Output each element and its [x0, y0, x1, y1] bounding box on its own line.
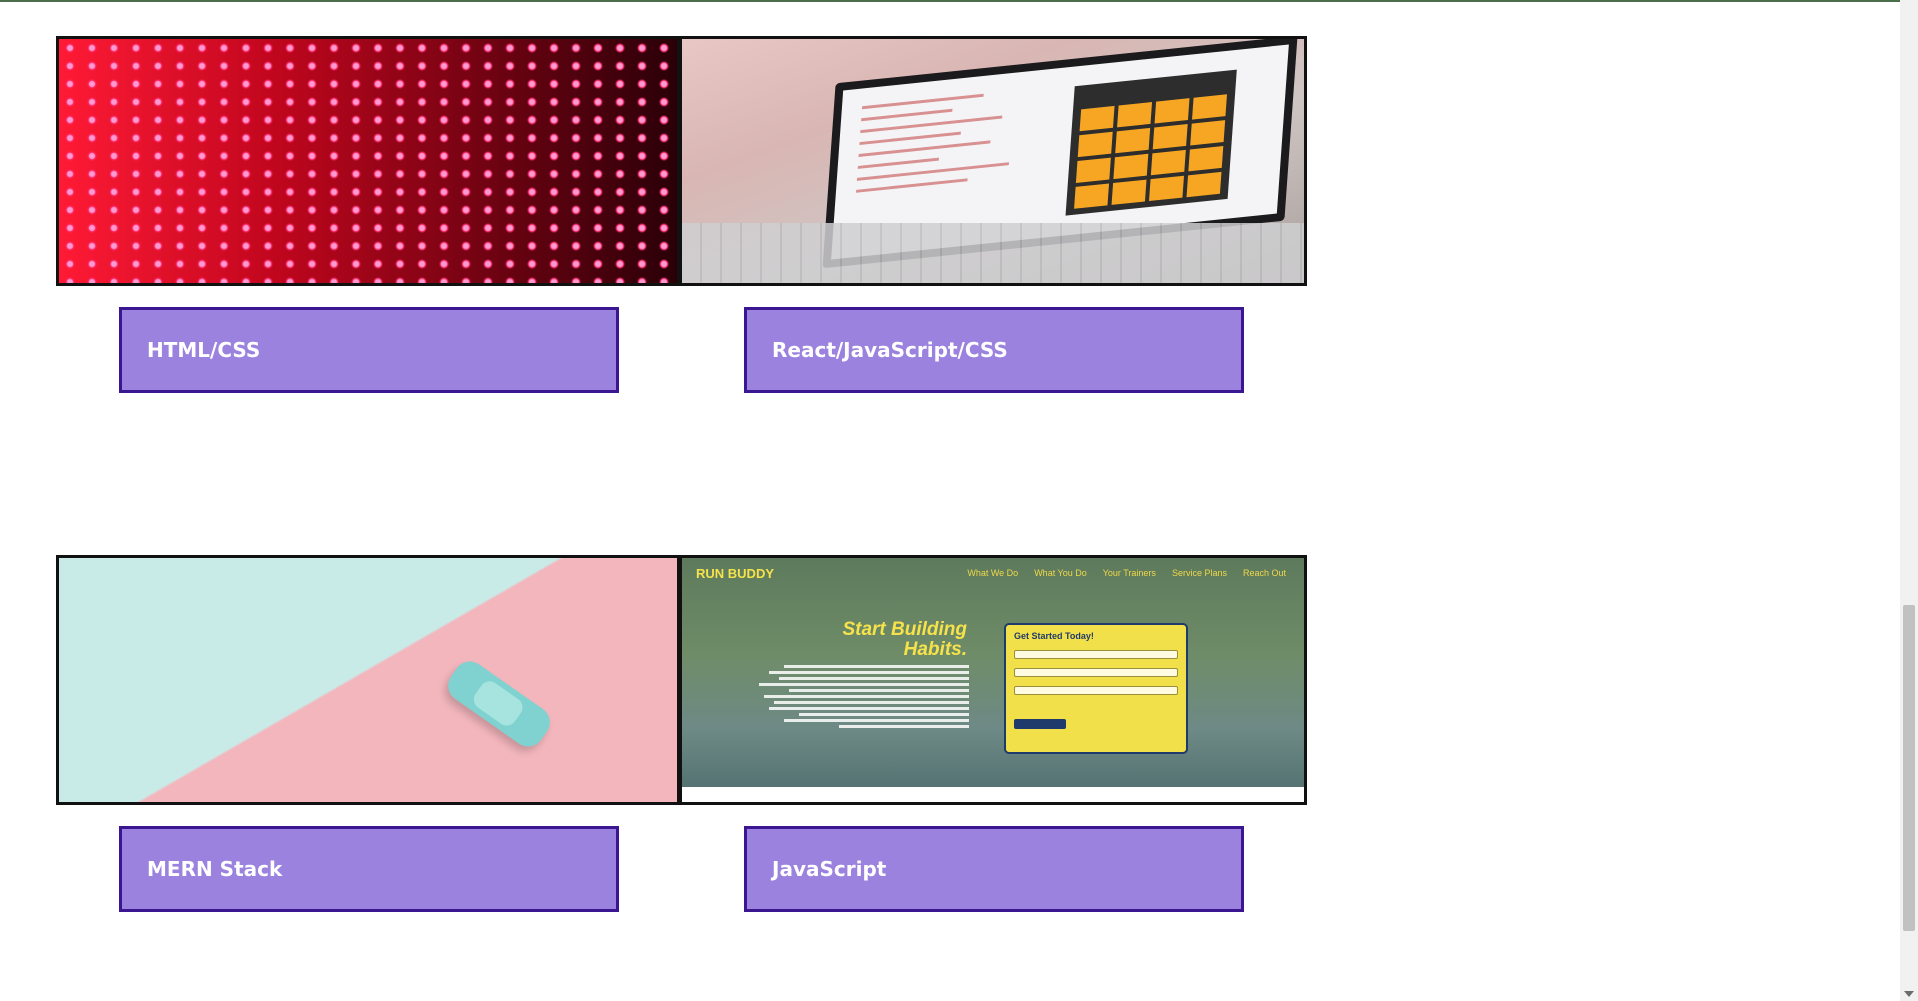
vertical-scrollbar[interactable] — [1900, 0, 1918, 1001]
image-divider — [677, 555, 682, 805]
code-line — [861, 93, 984, 110]
scrollbar-thumb[interactable] — [1903, 605, 1915, 931]
project-image-html-css[interactable] — [56, 36, 680, 286]
code-line — [857, 157, 939, 169]
run-buddy-body-copy — [744, 665, 969, 728]
project-image-react-javascript-css[interactable] — [679, 36, 1307, 286]
run-buddy-nav-item: Service Plans — [1171, 568, 1227, 578]
scroll-down-arrow-icon[interactable] — [1904, 991, 1914, 997]
run-buddy-nav-item: Reach Out — [1242, 568, 1286, 578]
run-buddy-signup-form: Get Started Today! — [1004, 623, 1188, 754]
run-buddy-field — [1014, 650, 1178, 659]
run-buddy-nav: What We Do What You Do Your Trainers Ser… — [967, 568, 1286, 578]
code-line — [859, 131, 961, 146]
laptop-keyboard — [682, 223, 1304, 283]
project-image-mern-stack[interactable] — [56, 555, 680, 805]
project-title: JavaScript — [772, 857, 887, 881]
run-buddy-footer-strip — [682, 787, 1304, 802]
run-buddy-field — [1014, 686, 1178, 695]
code-line — [861, 108, 953, 122]
project-label-html-css[interactable]: HTML/CSS — [119, 307, 619, 393]
run-buddy-nav-item: What We Do — [967, 568, 1019, 578]
project-title: MERN Stack — [147, 857, 283, 881]
run-buddy-brand: RUN BUDDY — [696, 566, 774, 581]
run-buddy-field — [1014, 668, 1178, 677]
top-border-line — [0, 0, 1918, 2]
code-line — [855, 178, 968, 193]
calculator-widget — [1065, 69, 1237, 216]
run-buddy-submit-button — [1014, 719, 1066, 729]
project-title: HTML/CSS — [147, 338, 261, 362]
run-buddy-nav-item: Your Trainers — [1102, 568, 1156, 578]
project-title: React/JavaScript/CSS — [772, 338, 1008, 362]
toy-car-icon — [441, 655, 557, 753]
run-buddy-headline: Start Building Habits. — [842, 619, 967, 660]
project-label-mern-stack[interactable]: MERN Stack — [119, 826, 619, 912]
project-label-javascript[interactable]: JavaScript — [744, 826, 1244, 912]
project-label-react-javascript-css[interactable]: React/JavaScript/CSS — [744, 307, 1244, 393]
project-image-javascript[interactable]: RUN BUDDY What We Do What You Do Your Tr… — [679, 555, 1307, 805]
run-buddy-form-title: Get Started Today! — [1014, 631, 1094, 641]
run-buddy-nav-item: What You Do — [1034, 568, 1087, 578]
image-divider — [677, 36, 682, 286]
